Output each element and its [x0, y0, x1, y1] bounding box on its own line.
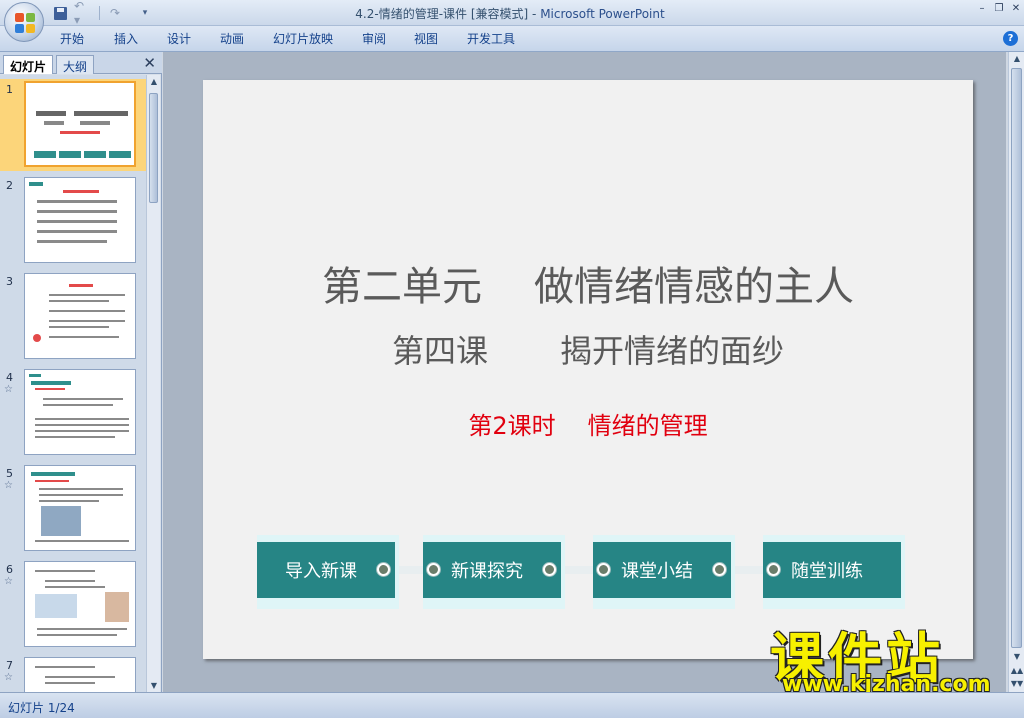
slide-subtitle[interactable]: 第四课 揭开情绪的面纱	[203, 326, 973, 372]
slide-thumbnail-2[interactable]: 2	[0, 175, 146, 267]
tab-home[interactable]: 开始	[60, 30, 84, 48]
slide-thumbnail-6[interactable]: 6 ☆	[0, 559, 146, 651]
period-heading[interactable]: 第2课时 情绪的管理	[203, 406, 973, 441]
tab-review[interactable]: 审阅	[362, 30, 386, 48]
lesson-nav: 导入新课 新课探究 课堂小结 随堂训练	[257, 535, 907, 609]
slide-number: 4	[6, 371, 13, 384]
next-slide-icon[interactable]: ▼▼	[1009, 679, 1024, 688]
scroll-up-icon[interactable]: ▲	[147, 77, 161, 86]
tab-view[interactable]: 视图	[414, 30, 438, 48]
save-icon[interactable]	[52, 4, 68, 22]
close-button[interactable]: ✕	[1009, 2, 1023, 16]
redo-icon[interactable]: ↷	[106, 4, 124, 22]
nav-card-intro: 导入新课	[257, 535, 399, 609]
previous-slide-icon[interactable]: ▲▲	[1009, 666, 1024, 675]
animation-star-icon: ☆	[4, 672, 13, 683]
practice-button[interactable]: 随堂训练	[763, 542, 901, 598]
nav-dot-icon	[713, 563, 726, 576]
tab-design[interactable]: 设计	[167, 30, 191, 48]
animation-star-icon: ☆	[4, 576, 13, 587]
nav-dot-icon	[377, 563, 390, 576]
slide-number: 7	[6, 659, 13, 672]
help-icon[interactable]: ?	[1003, 31, 1018, 46]
restore-button[interactable]: ❐	[992, 2, 1006, 16]
thumbnail-image	[24, 657, 136, 692]
nav-card-summary: 课堂小结	[593, 535, 735, 609]
scroll-down-icon[interactable]: ▼	[147, 681, 161, 690]
status-bar: 幻灯片 1/24	[0, 692, 1024, 718]
scroll-up-icon[interactable]: ▲	[1009, 54, 1024, 63]
title-bar: ↶ ▾ ↷ ▾ 4.2-情绪的管理-课件 [兼容模式] - Microsoft …	[0, 0, 1024, 27]
slide-number: 2	[6, 179, 13, 192]
scroll-down-icon[interactable]: ▼	[1009, 652, 1024, 661]
animation-star-icon: ☆	[4, 384, 13, 395]
thumbnail-image	[24, 561, 136, 647]
nav-card-explore: 新课探究	[423, 535, 565, 609]
nav-dot-icon	[427, 563, 440, 576]
tab-developer[interactable]: 开发工具	[467, 30, 515, 48]
slide-thumbnail-4[interactable]: 4 ☆	[0, 367, 146, 459]
close-pane-icon[interactable]: ✕	[143, 54, 156, 72]
ribbon-tabs: 开始 插入 设计 动画 幻灯片放映 审阅 视图 开发工具 ?	[0, 26, 1024, 52]
customize-quick-access-icon[interactable]: ▾	[140, 4, 150, 22]
lesson-label: 第四课	[391, 332, 488, 370]
nav-card-practice: 随堂训练	[763, 535, 905, 609]
tab-slideshow[interactable]: 幻灯片放映	[273, 30, 333, 48]
slides-pane: 幻灯片 大纲 ✕ 1 2 3 4 ☆ 5 ☆ 6 ☆ 7 ☆ ▲ ▼	[0, 52, 162, 692]
thumbnail-image	[24, 273, 136, 359]
unit-label: 第二单元	[322, 264, 482, 310]
pane-tabs: 幻灯片 大纲 ✕	[0, 52, 162, 74]
thumbnail-image	[24, 465, 136, 551]
office-logo-icon	[15, 13, 35, 33]
tab-outline[interactable]: 大纲	[56, 55, 95, 74]
app-name: Microsoft PowerPoint	[540, 7, 665, 21]
slide-thumbnail-7[interactable]: 7 ☆	[0, 655, 146, 692]
nav-connector	[562, 566, 597, 574]
slide-number: 1	[6, 83, 13, 96]
slide-thumbnail-5[interactable]: 5 ☆	[0, 463, 146, 555]
nav-dot-icon	[597, 563, 610, 576]
tab-insert[interactable]: 插入	[114, 30, 138, 48]
thumbnail-image	[24, 81, 136, 167]
current-slide[interactable]: 第二单元 做情绪情感的主人 第四课 揭开情绪的面纱 第2课时 情绪的管理 导入新课 新…	[203, 80, 973, 659]
slide-thumbnail-1[interactable]: 1	[0, 79, 146, 171]
slide-indicator: 幻灯片 1/24	[8, 701, 75, 715]
slide-thumbnails: 1 2 3 4 ☆ 5 ☆ 6 ☆ 7 ☆	[0, 75, 146, 692]
scroll-thumb[interactable]	[149, 93, 158, 203]
qa-separator	[99, 6, 100, 20]
slide-number: 6	[6, 563, 13, 576]
nav-connector	[732, 566, 767, 574]
nav-dot-icon	[543, 563, 556, 576]
office-button[interactable]	[4, 2, 44, 42]
minimize-button[interactable]: –	[975, 2, 989, 16]
period-title: 情绪的管理	[587, 412, 708, 440]
explore-button[interactable]: 新课探究	[423, 542, 561, 598]
lesson-title: 揭开情绪的面纱	[560, 332, 785, 370]
unit-title: 做情绪情感的主人	[534, 264, 854, 310]
slide-title[interactable]: 第二单元 做情绪情感的主人	[203, 254, 973, 312]
slide-number: 5	[6, 467, 13, 480]
intro-button[interactable]: 导入新课	[257, 542, 395, 598]
window-title: 4.2-情绪的管理-课件 [兼容模式] - Microsoft PowerPoi…	[300, 5, 720, 22]
tab-slides[interactable]: 幻灯片	[3, 55, 54, 74]
period-label: 第2课时	[468, 412, 556, 440]
thumbnail-image	[24, 369, 136, 455]
slide-thumbnail-3[interactable]: 3	[0, 271, 146, 363]
scroll-thumb[interactable]	[1011, 68, 1022, 648]
thumbnail-image	[24, 177, 136, 263]
document-title: 4.2-情绪的管理-课件 [兼容模式] -	[355, 7, 541, 21]
slide-number: 3	[6, 275, 13, 288]
tab-animations[interactable]: 动画	[220, 30, 244, 48]
summary-button[interactable]: 课堂小结	[593, 542, 731, 598]
undo-icon[interactable]: ↶ ▾	[74, 0, 92, 27]
nav-dot-icon	[767, 563, 780, 576]
thumbnails-scrollbar[interactable]: ▲ ▼	[146, 75, 160, 692]
animation-star-icon: ☆	[4, 480, 13, 491]
editor-scrollbar[interactable]: ▲ ▼ ▲▲ ▼▼	[1008, 52, 1024, 692]
